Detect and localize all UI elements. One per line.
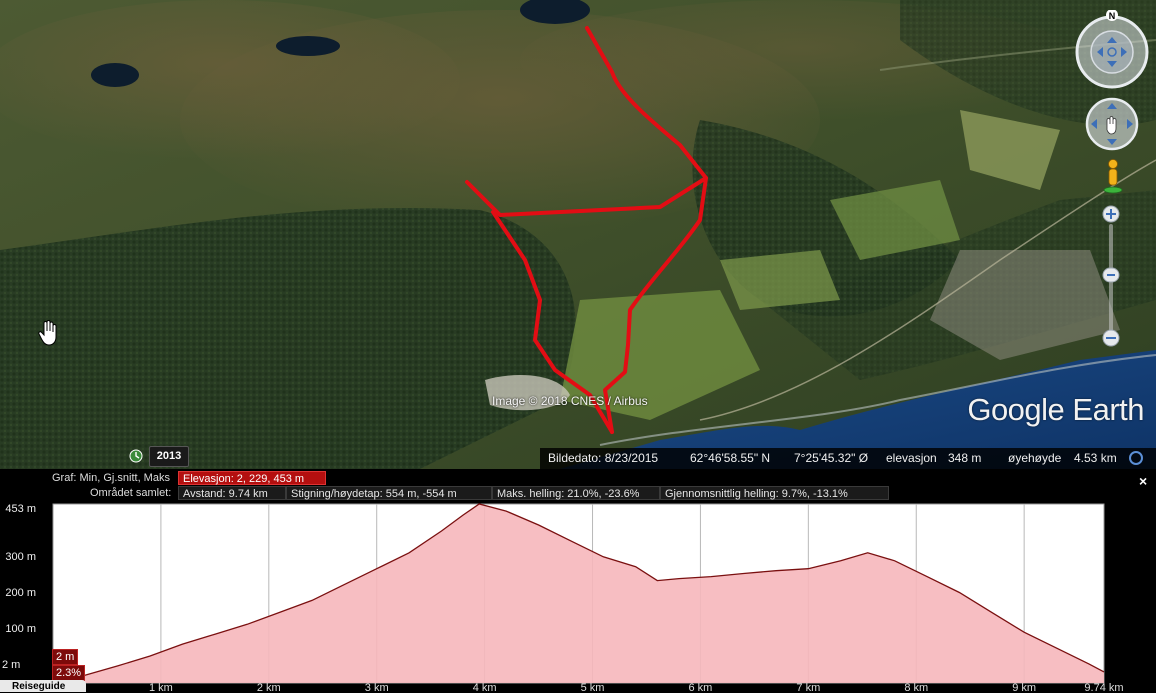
x-tick-label: 4 km (473, 682, 497, 692)
x-tick-label: 1 km (149, 682, 173, 692)
profile-summary-row-2: Området samlet: Avstand: 9.74 km Stignin… (0, 486, 1156, 500)
zoom-plus-icon[interactable] (1102, 205, 1120, 223)
profile-summary-row-1: Graf: Min, Gj.snitt, Maks Elevasjon: 2, … (0, 471, 1156, 485)
google-earth-logo: Google Earth (967, 392, 1144, 427)
close-profile-button[interactable]: × (1139, 473, 1147, 489)
clock-icon[interactable] (129, 449, 143, 463)
status-circle-icon[interactable] (1128, 450, 1144, 466)
y-tick-200: 200 m (5, 587, 36, 599)
x-tick-label: 6 km (689, 682, 713, 692)
eye-altitude-label: øyehøyde (1008, 451, 1062, 465)
graph-label: Graf: Min, Gj.snitt, Maks (52, 472, 170, 484)
historical-year-button[interactable]: 2013 (149, 446, 189, 467)
min-elevation-marker: 2 m (52, 649, 79, 665)
x-tick-label: 9 km (1012, 682, 1036, 692)
y-tick-2: 2 m (2, 659, 21, 671)
compass-north-label: N (1109, 11, 1116, 21)
climb-descent-cell[interactable]: Stigning/høydetap: 554 m, -554 m (286, 486, 492, 500)
zoom-slider-thumb[interactable] (1102, 267, 1120, 283)
compass-ring-icon[interactable]: N (1074, 10, 1150, 90)
distance-cell[interactable]: Avstand: 9.74 km (178, 486, 286, 500)
y-tick-300: 300 m (5, 551, 36, 563)
max-slope-cell[interactable]: Maks. helling: 21.0%, -23.6% (492, 486, 660, 500)
zoom-minus-icon[interactable] (1102, 329, 1120, 347)
map-status-bar: Bildedato: 8/23/2015 62°46'58.55" N 7°25… (540, 448, 1156, 469)
elevation-chart[interactable]: 1 km 2 km 3 km 4 km 5 km 6 km 7 km 8 km 9 km 9.74… (0, 499, 1156, 692)
area-total-label: Området samlet: (90, 487, 172, 499)
min-slope-marker: 2.3% (52, 665, 86, 681)
x-tick-label: 9.74 km (1084, 682, 1123, 692)
x-tick-label: 2 km (257, 682, 281, 692)
elevation-label: elevasjon (886, 451, 937, 465)
y-tick-453: 453 m (5, 503, 36, 515)
eye-altitude-value: 4.53 km (1074, 451, 1117, 465)
map-view[interactable]: Image © 2018 CNES / Airbus Google Earth … (0, 0, 1156, 469)
x-tick-label: 5 km (581, 682, 605, 692)
hand-cursor-icon (38, 320, 57, 346)
x-tick-label: 7 km (796, 682, 820, 692)
pegman-icon[interactable] (1102, 158, 1124, 194)
travel-guide-tab[interactable]: Reiseguide (0, 680, 86, 692)
elevation-stat-cell[interactable]: Elevasjon: 2, 229, 453 m (178, 471, 326, 485)
x-tick-label: 8 km (904, 682, 928, 692)
avg-slope-cell[interactable]: Gjennomsnittlig helling: 9.7%, -13.1% (660, 486, 889, 500)
y-tick-100: 100 m (5, 623, 36, 635)
x-tick-label: 3 km (365, 682, 389, 692)
pan-icon[interactable] (1085, 97, 1139, 151)
elevation-value: 348 m (948, 451, 982, 465)
imagery-copyright: Image © 2018 CNES / Airbus (492, 394, 648, 408)
longitude-readout: 7°25'45.32" Ø (794, 451, 869, 465)
image-date: Bildedato: 8/23/2015 (548, 451, 659, 465)
latitude-readout: 62°46'58.55" N (690, 451, 771, 465)
elevation-profile-panel: Graf: Min, Gj.snitt, Maks Elevasjon: 2, … (0, 469, 1156, 692)
